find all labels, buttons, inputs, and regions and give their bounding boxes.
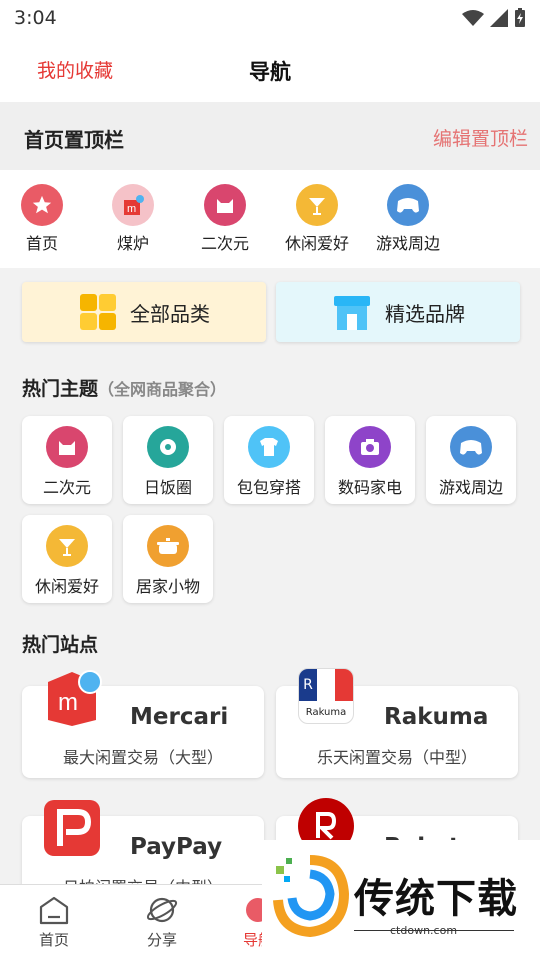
watermark-logo-icon	[273, 855, 350, 938]
edit-pinned-button[interactable]: 编辑置顶栏	[433, 124, 528, 151]
svg-text:m: m	[58, 689, 78, 716]
topic-tile-anime[interactable]: 二次元	[22, 416, 112, 504]
hot-topics-title: 热门主题（全网商品聚合）	[22, 374, 226, 401]
site-name: Rakuma	[384, 704, 489, 730]
pinned-item-hobby[interactable]: 休闲爱好	[272, 184, 362, 254]
topic-label: 居家小物	[135, 577, 200, 596]
leaf-icon	[147, 426, 189, 468]
pinned-item-label: 首页	[25, 234, 58, 253]
pinned-item-label: 休闲爱好	[284, 234, 349, 253]
pinned-item-home[interactable]: 首页	[0, 184, 87, 254]
status-bar: 3:04	[0, 0, 540, 36]
topic-tile-fashion[interactable]: 包包穿搭	[224, 416, 314, 504]
pinned-item-games[interactable]: 游戏周边	[363, 184, 453, 254]
topic-label: 数码家电	[337, 478, 402, 497]
watermark-text: 传统下载	[354, 876, 518, 922]
planet-icon	[146, 897, 178, 923]
page-title: 导航	[249, 60, 291, 84]
topic-label: 包包穿搭	[236, 478, 301, 497]
topic-label: 休闲爱好	[34, 577, 99, 596]
topic-label: 日饭圈	[143, 478, 192, 497]
pinned-item-mercari[interactable]: m 煤炉	[88, 184, 178, 254]
topic-tile-home[interactable]: 居家小物	[123, 515, 213, 603]
watermark-overlay: 传统下载 ctdown.com	[262, 840, 540, 960]
pot-icon	[147, 525, 189, 567]
site-desc: 乐天闲置交易（中型）	[316, 748, 477, 767]
tab-share[interactable]: 分享	[122, 895, 202, 950]
pinned-item-label: 二次元	[200, 234, 249, 253]
battery-icon	[515, 8, 525, 27]
signal-icon	[490, 9, 508, 27]
brands-button[interactable]: 精选品牌	[276, 282, 520, 342]
tab-home[interactable]: 首页	[14, 895, 94, 950]
site-name: Mercari	[130, 704, 229, 730]
topic-tile-digital[interactable]: 数码家电	[325, 416, 415, 504]
mercari-icon: m	[112, 184, 154, 226]
gamepad-icon	[387, 184, 429, 226]
rakuma-logo-icon: R Rakuma	[298, 668, 354, 724]
rakuma-logo-text: Rakuma	[305, 707, 347, 718]
watermark-url: ctdown.com	[390, 924, 458, 937]
topic-tile-hobby[interactable]: 休闲爱好	[22, 515, 112, 603]
status-icons	[462, 8, 526, 28]
pinned-items: 首页 m 煤炉 二次元 休闲爱好 游戏周边	[0, 170, 540, 268]
pinned-bar-header: 首页置顶栏 编辑置顶栏	[0, 102, 540, 170]
drink-icon	[296, 184, 338, 226]
home-icon	[39, 896, 69, 925]
cat-icon	[204, 184, 246, 226]
pinned-item-anime[interactable]: 二次元	[180, 184, 270, 254]
gamepad-icon	[450, 426, 492, 468]
all-categories-button[interactable]: 全部品类	[22, 282, 266, 342]
all-categories-label: 全部品类	[130, 301, 210, 326]
brands-label: 精选品牌	[385, 301, 465, 326]
paypay-logo-icon	[44, 800, 100, 856]
site-name: PayPay	[130, 834, 223, 860]
hot-topics-subtitle: （全网商品聚合）	[98, 380, 227, 399]
cat-icon	[46, 426, 88, 468]
tab-home-label: 首页	[38, 931, 69, 949]
status-time: 3:04	[14, 7, 57, 29]
topic-tile-games[interactable]: 游戏周边	[426, 416, 516, 504]
hot-sites-title: 热门站点	[22, 634, 99, 656]
wifi-icon	[462, 10, 484, 26]
topic-tile-fandom[interactable]: 日饭圈	[123, 416, 213, 504]
tab-share-label: 分享	[146, 931, 177, 949]
drink-icon	[46, 525, 88, 567]
hot-topics-heading: 热门主题	[22, 378, 99, 400]
pinned-item-label: 煤炉	[116, 234, 149, 253]
svg-text:m: m	[127, 203, 136, 215]
store-icon	[334, 296, 370, 330]
site-desc: 最大闲置交易（大型）	[62, 748, 223, 767]
shirt-icon	[248, 426, 290, 468]
grid-icon	[80, 294, 116, 330]
camera-icon	[349, 426, 391, 468]
pinned-item-label: 游戏周边	[375, 234, 440, 253]
topic-label: 二次元	[42, 478, 91, 497]
pinned-bar-title: 首页置顶栏	[24, 128, 124, 152]
star-icon	[21, 184, 63, 226]
mercari-logo-icon: m	[48, 670, 102, 726]
app-header: 我的收藏 导航	[0, 36, 540, 102]
topic-label: 游戏周边	[438, 478, 503, 497]
